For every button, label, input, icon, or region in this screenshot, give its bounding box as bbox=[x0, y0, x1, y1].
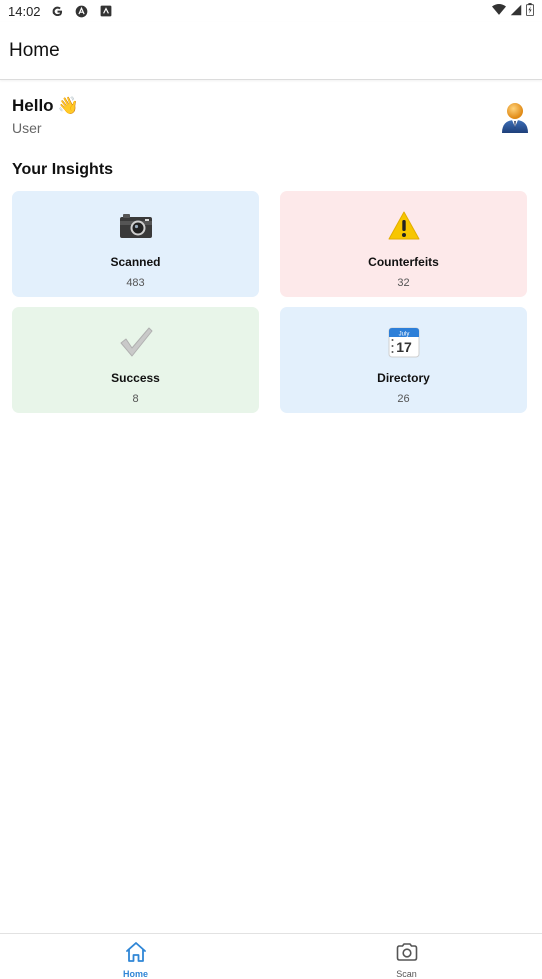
card-label: Scanned bbox=[110, 255, 160, 269]
wifi-icon bbox=[492, 4, 506, 19]
nav-label-home: Home bbox=[123, 969, 148, 979]
insight-card-directory[interactable]: July 17 Directory 26 bbox=[280, 307, 527, 413]
greeting-hello: Hello 👋 bbox=[12, 96, 530, 116]
app-n-icon bbox=[99, 4, 113, 18]
greeting-hello-text: Hello bbox=[12, 96, 54, 116]
card-label: Directory bbox=[377, 371, 430, 385]
avatar[interactable] bbox=[500, 100, 530, 134]
nav-item-scan[interactable]: Scan bbox=[271, 934, 542, 977]
card-label: Success bbox=[111, 371, 160, 385]
card-value: 32 bbox=[397, 277, 409, 289]
camera-icon bbox=[119, 209, 153, 243]
status-bar: 14:02 bbox=[0, 0, 542, 22]
calendar-icon: July 17 bbox=[387, 325, 421, 359]
waving-hand-icon: 👋 bbox=[58, 96, 79, 116]
nav-item-home[interactable]: Home bbox=[0, 934, 271, 977]
card-label: Counterfeits bbox=[368, 255, 439, 269]
bottom-nav: Home Scan bbox=[0, 933, 542, 977]
check-icon bbox=[119, 325, 153, 359]
nav-label-scan: Scan bbox=[396, 969, 417, 979]
signal-icon bbox=[510, 4, 522, 19]
status-right-icons bbox=[492, 3, 534, 19]
page-title: Home bbox=[9, 40, 60, 62]
warning-icon bbox=[387, 209, 421, 243]
insights-title: Your Insights bbox=[12, 161, 113, 179]
card-value: 8 bbox=[132, 393, 138, 405]
home-icon bbox=[124, 941, 148, 968]
greeting-username: User bbox=[12, 120, 530, 136]
greeting-section: Hello 👋 User bbox=[12, 96, 530, 146]
battery-icon bbox=[526, 3, 534, 19]
calendar-month: July bbox=[398, 332, 409, 338]
insight-card-success[interactable]: Success 8 bbox=[12, 307, 259, 413]
camera-outline-icon bbox=[395, 941, 419, 968]
app-a-icon bbox=[75, 4, 89, 18]
app-bar: Home bbox=[0, 22, 542, 80]
card-value: 483 bbox=[126, 277, 144, 289]
status-time: 14:02 bbox=[8, 4, 41, 19]
insight-card-scanned[interactable]: Scanned 483 bbox=[12, 191, 259, 297]
card-value: 26 bbox=[397, 393, 409, 405]
calendar-day: 17 bbox=[396, 339, 412, 355]
google-icon bbox=[51, 4, 65, 18]
insight-card-counterfeits[interactable]: Counterfeits 32 bbox=[280, 191, 527, 297]
